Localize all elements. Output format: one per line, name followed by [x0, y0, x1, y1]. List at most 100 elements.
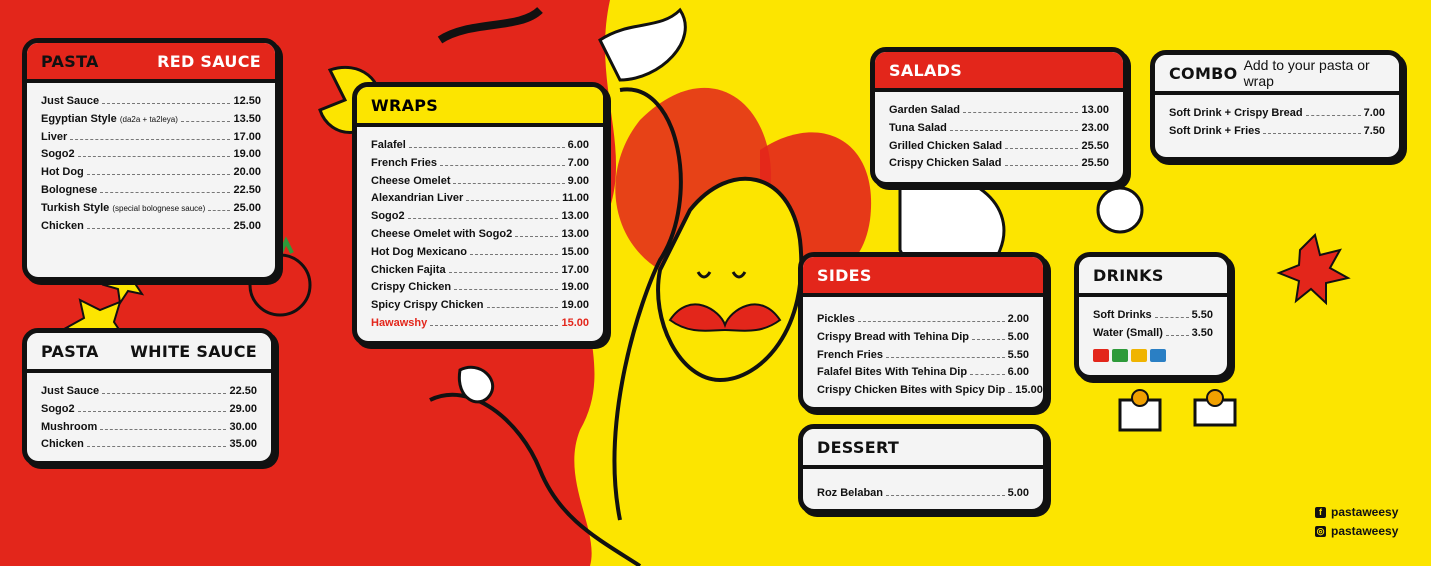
wraps-header: WRAPS — [357, 87, 603, 127]
menu-item-row: Pickles 2.00 — [817, 311, 1029, 329]
menu-item-row: Crispy Bread with Tehina Dip 5.00 — [817, 329, 1029, 347]
dot-leader — [448, 263, 559, 273]
menu-item-name-text: Chicken — [41, 438, 84, 451]
menu-item-price: 25.00 — [233, 201, 261, 214]
menu-item-name: Falafel Bites With Tehina Dip — [817, 364, 967, 382]
menu-item-name: Hawawshy — [371, 315, 427, 333]
menu-item-price: 30.00 — [229, 420, 257, 433]
menu-item-name: Grilled Chicken Salad — [889, 138, 1002, 156]
menu-item-name: French Fries — [371, 155, 437, 173]
dessert-header: DESSERT — [803, 429, 1043, 469]
menu-item-price: 15.00 — [561, 316, 589, 329]
menu-item-name: Pickles — [817, 311, 855, 329]
drink-logos — [1079, 348, 1227, 362]
menu-item-name-text: Sogo2 — [41, 148, 75, 161]
sprite-logo — [1112, 348, 1128, 362]
facebook-icon: f — [1315, 506, 1326, 518]
menu-item-name-text: Just Sauce — [41, 95, 100, 107]
dot-leader — [77, 147, 231, 158]
menu-item-row: Soft Drink + Fries 7.50 — [1169, 123, 1385, 141]
menu-item-row: Liver 17.00 — [41, 129, 261, 147]
menu-item-price: 13.00 — [561, 210, 589, 223]
combo-list: Soft Drink + Crispy Bread 7.00 Soft Drink … — [1155, 95, 1399, 141]
menu-item-row: Soft Drinks 5.50 — [1093, 307, 1213, 325]
menu-item-row: Just Sauce 22.50 — [41, 383, 257, 401]
dot-leader — [70, 130, 231, 140]
menu-item-name: Liver — [41, 129, 67, 147]
menu-item-name: Spicy Crispy Chicken — [371, 297, 484, 315]
section-title: PASTA — [41, 51, 99, 71]
menu-item-row: Falafel 6.00 — [371, 137, 589, 155]
menu-item-row: Falafel Bites With Tehina Dip 6.00 — [817, 364, 1029, 382]
menu-item-row: Bolognese 22.50 — [41, 182, 261, 200]
menu-item-name-text: Falafel Bites With Tehina Dip — [817, 366, 968, 379]
dot-leader — [208, 201, 231, 211]
menu-item-name: Cheese Omelet with Sogo2 — [371, 226, 512, 244]
pasta-red-sauce-card: PASTA RED SAUCE Just Sauce 12.50 Egyptian … — [22, 38, 280, 282]
dot-leader — [1165, 326, 1189, 336]
facebook-handle[interactable]: f pastaweesy — [1315, 505, 1398, 519]
menu-item-row: Tuna Salad 23.00 — [889, 120, 1109, 138]
coca-cola-logo — [1093, 348, 1109, 362]
pasta-red-sauce-list: Just Sauce 12.50 Egyptian Style (da2a + ta… — [27, 83, 275, 235]
menu-item-price: 13.00 — [561, 227, 589, 240]
pasta-white-sauce-list: Just Sauce 22.50 Sogo2 29.00 Mushroom 30.00 Ch… — [27, 373, 271, 454]
menu-item-row: Hawawshy 15.00 — [371, 315, 589, 333]
menu-item-name: Hot Dog — [41, 164, 84, 182]
menu-item-price: 11.00 — [562, 192, 589, 205]
menu-item-name-text: Water (Small) — [1093, 326, 1163, 339]
salads-card: SALADS Garden Salad 13.00 Tuna Salad 23.00 G… — [870, 47, 1128, 187]
menu-item-row: Sogo2 13.00 — [371, 208, 589, 226]
menu-item-name: Water (Small) — [1093, 325, 1163, 343]
menu-item-name: Chicken Fajita — [371, 262, 446, 280]
dot-leader — [86, 437, 227, 448]
menu-item-price: 5.00 — [1007, 487, 1029, 499]
menu-item-price: 6.00 — [567, 139, 589, 151]
menu-item-price: 7.00 — [1363, 107, 1385, 119]
menu-item-price: 6.00 — [1007, 366, 1029, 379]
menu-item-name: Crispy Chicken Salad — [889, 155, 1002, 173]
menu-item-price: 22.50 — [233, 183, 261, 196]
menu-item-row: Alexandrian Liver 11.00 — [371, 190, 589, 208]
menu-item-price: 25.50 — [1081, 139, 1109, 152]
dasani-logo — [1150, 348, 1166, 362]
salads-list: Garden Salad 13.00 Tuna Salad 23.00 Grilled … — [875, 92, 1123, 173]
dot-leader — [180, 112, 231, 122]
menu-item-row: Hot Dog Mexicano 15.00 — [371, 244, 589, 262]
menu-item-price: 13.00 — [1081, 104, 1109, 116]
drinks-card: DRINKS Soft Drinks 5.50 Water (Small) 3.50 — [1074, 252, 1232, 380]
sides-header: SIDES — [803, 257, 1043, 297]
menu-item-name-text: Falafel — [371, 139, 406, 151]
menu-item-name-text: Pickles — [817, 313, 855, 325]
dot-leader — [886, 486, 1005, 496]
facebook-handle-text: pastaweesy — [1331, 505, 1399, 519]
menu-item-price: 7.00 — [567, 156, 589, 169]
menu-item-name: Just Sauce — [41, 93, 99, 111]
menu-item-row: Chicken Fajita 17.00 — [371, 262, 589, 280]
section-title: SALADS — [889, 60, 963, 80]
menu-item-name: Turkish Style (special bolognese sauce) — [41, 200, 205, 218]
menu-item-name: Soft Drink + Crispy Bread — [1169, 105, 1303, 123]
menu-item-row: Hot Dog 20.00 — [41, 164, 261, 182]
menu-item-row: Roz Belaban 5.00 — [817, 485, 1029, 503]
menu-item-name: Crispy Chicken — [371, 279, 451, 297]
menu-item-name-text: Egyptian Style — [41, 112, 117, 125]
menu-item-price: 25.50 — [1081, 157, 1109, 170]
instagram-handle[interactable]: ◎ pastaweesy — [1315, 524, 1398, 538]
menu-item-name: Falafel — [371, 137, 406, 155]
menu-item-price: 13.50 — [233, 112, 261, 125]
menu-item-row: Chicken 25.00 — [41, 218, 261, 236]
menu-item-name-text: Cheese Omelet with Sogo2 — [371, 227, 513, 240]
dot-leader — [77, 402, 227, 412]
dot-leader — [1305, 106, 1361, 116]
dot-leader — [469, 245, 559, 255]
section-title: DESSERT — [817, 437, 900, 457]
menu-item-row: Cheese Omelet with Sogo2 13.00 — [371, 226, 589, 244]
drinks-list: Soft Drinks 5.50 Water (Small) 3.50 — [1079, 297, 1227, 343]
menu-item-price: 29.00 — [229, 402, 257, 415]
menu-item-name-text: French Fries — [817, 348, 884, 361]
menu-item-name: French Fries — [817, 347, 883, 365]
dessert-card: DESSERT Roz Belaban 5.00 — [798, 424, 1048, 514]
section-subtitle: WHITE SAUCE — [130, 341, 257, 361]
section-title: COMBO — [1169, 63, 1238, 83]
